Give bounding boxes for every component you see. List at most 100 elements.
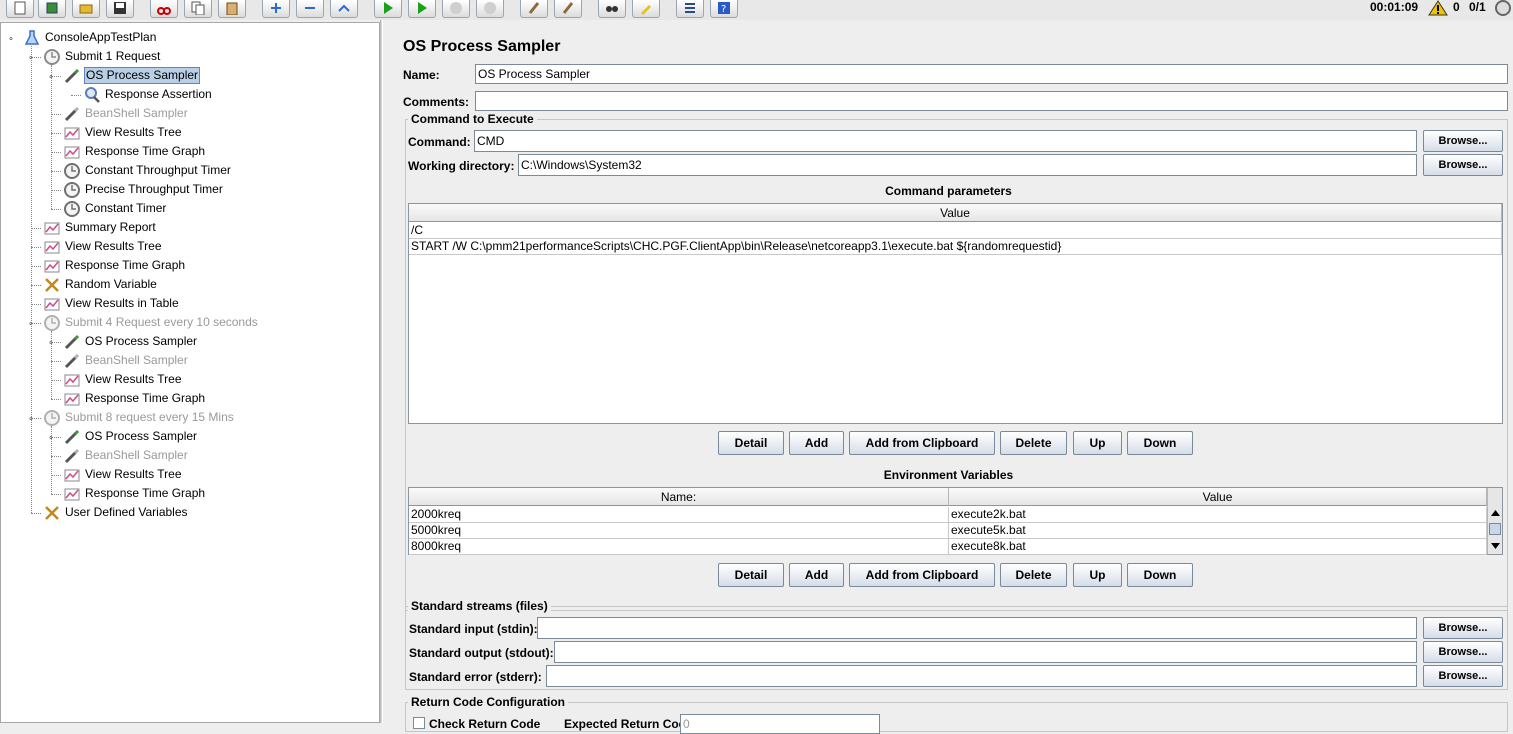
config-icon	[45, 278, 59, 292]
collapse-icon[interactable]	[296, 0, 324, 18]
env-detail-button[interactable]: Detail	[718, 563, 784, 587]
params-delete-button[interactable]: Delete	[1000, 431, 1067, 455]
env-up-button[interactable]: Up	[1073, 563, 1122, 587]
tree-connector	[51, 331, 52, 399]
paste-icon[interactable]	[218, 0, 246, 18]
tree-connector	[51, 475, 61, 476]
listener-icon	[64, 127, 80, 140]
warning-icon[interactable]	[1428, 0, 1448, 16]
open-icon[interactable]	[72, 0, 100, 18]
params-detail-button[interactable]: Detail	[718, 431, 784, 455]
comments-label: Comments:	[403, 95, 470, 109]
workdir-browse-button[interactable]: Browse...	[1423, 154, 1503, 176]
warning-count: 0	[1453, 0, 1460, 14]
function-helper-icon[interactable]	[676, 0, 704, 18]
table-row[interactable]: 5000kreq	[409, 523, 949, 539]
tree-connector	[51, 190, 61, 191]
tree-node-label: Response Assertion	[105, 87, 212, 101]
stdout-input[interactable]	[554, 641, 1417, 663]
search-icon[interactable]	[598, 0, 626, 18]
environment-variables-table[interactable]: Name: Value 2000kreq execute2k.bat 5000k…	[408, 487, 1503, 555]
sampler-icon	[64, 448, 80, 464]
tree-node-label: BeanShell Sampler	[85, 353, 188, 367]
test-plan-icon	[24, 30, 40, 45]
tree-connector	[31, 266, 41, 267]
start-no-pause-icon[interactable]	[408, 0, 436, 18]
config-icon	[45, 506, 59, 520]
copy-icon[interactable]	[184, 0, 212, 18]
tree-connector	[31, 46, 32, 513]
env-down-button[interactable]: Down	[1127, 563, 1193, 587]
env-table-scrollbar[interactable]	[1487, 488, 1502, 554]
table-row[interactable]: execute5k.bat	[949, 523, 1487, 539]
params-down-button[interactable]: Down	[1127, 431, 1193, 455]
tree-connector	[51, 426, 52, 494]
table-row[interactable]: execute8k.bat	[949, 539, 1487, 555]
env-value-header[interactable]: Value	[949, 488, 1487, 506]
clear-icon[interactable]	[520, 0, 548, 18]
start-icon[interactable]	[374, 0, 402, 18]
thread-status-icon[interactable]	[1494, 0, 1512, 16]
sampler-icon	[64, 334, 80, 350]
timer-icon	[64, 163, 80, 179]
save-icon[interactable]	[106, 0, 134, 18]
split-pane-divider[interactable]	[380, 20, 383, 723]
table-row[interactable]: 2000kreq	[409, 507, 949, 523]
name-label: Name:	[403, 68, 440, 82]
tree-node-label: View Results Tree	[85, 125, 182, 139]
shutdown-icon[interactable]	[476, 0, 504, 18]
expected-return-code-input[interactable]: 0	[680, 714, 880, 734]
panel-title: OS Process Sampler	[403, 38, 561, 55]
tree-connector	[51, 152, 61, 153]
stderr-browse-button[interactable]: Browse...	[1423, 665, 1503, 687]
tree-toggle-icon[interactable]: ∘	[7, 34, 15, 43]
command-input[interactable]: CMD	[474, 130, 1417, 152]
thread-group-icon	[44, 49, 60, 65]
check-return-code-checkbox[interactable]	[413, 717, 425, 729]
env-add-clipboard-button[interactable]: Add from Clipboard	[849, 563, 995, 587]
listener-icon	[64, 469, 80, 482]
env-add-button[interactable]: Add	[789, 563, 844, 587]
params-add-clipboard-button[interactable]: Add from Clipboard	[849, 431, 995, 455]
sampler-icon	[64, 68, 80, 84]
tree-node-label: View Results Tree	[85, 467, 182, 481]
tree-connector	[51, 171, 61, 172]
table-row[interactable]: START /W C:\pmm21performanceScripts\CHC.…	[409, 239, 1502, 255]
expand-icon[interactable]	[262, 0, 290, 18]
stdin-input[interactable]	[537, 617, 1417, 639]
command-browse-button[interactable]: Browse...	[1423, 130, 1503, 152]
elapsed-timer: 00:01:09	[1370, 0, 1419, 14]
tree-node-label: Submit 1 Request	[65, 49, 161, 63]
params-add-button[interactable]: Add	[789, 431, 844, 455]
stop-icon[interactable]	[442, 0, 470, 18]
tree-node-label: OS Process Sampler	[85, 334, 198, 348]
env-name-header[interactable]: Name:	[409, 488, 949, 506]
stdin-browse-button[interactable]: Browse...	[1423, 617, 1503, 639]
templates-icon[interactable]	[38, 0, 66, 18]
env-delete-button[interactable]: Delete	[1000, 563, 1067, 587]
help-icon[interactable]: ?	[710, 0, 738, 18]
env-scroll-thumb[interactable]	[1489, 523, 1501, 535]
listener-icon	[64, 488, 80, 501]
cut-icon[interactable]	[150, 0, 178, 18]
name-input[interactable]: OS Process Sampler	[475, 64, 1508, 84]
working-directory-input[interactable]: C:\Windows\System32	[518, 154, 1417, 176]
stderr-input[interactable]	[546, 665, 1417, 687]
toggle-icon[interactable]	[330, 0, 358, 18]
scroll-down-icon[interactable]	[1491, 543, 1500, 549]
clear-all-icon[interactable]	[554, 0, 582, 18]
tree-connector	[31, 228, 41, 229]
table-row[interactable]: /C	[409, 223, 1502, 239]
reset-search-icon[interactable]	[632, 0, 660, 18]
params-up-button[interactable]: Up	[1073, 431, 1122, 455]
table-row[interactable]: 8000kreq	[409, 539, 949, 555]
stdout-browse-button[interactable]: Browse...	[1423, 641, 1503, 663]
scroll-up-icon[interactable]	[1491, 510, 1500, 516]
test-plan-tree[interactable]: ConsoleAppTestPlan ∘ Submit 1 Request ∘ OS P…	[0, 22, 380, 723]
command-parameters-table[interactable]: Value /C START /W C:\pmm21performanceScr…	[408, 203, 1503, 424]
comments-input[interactable]	[475, 91, 1508, 111]
table-row[interactable]: execute2k.bat	[949, 507, 1487, 523]
params-value-header[interactable]: Value	[409, 204, 1502, 222]
new-icon[interactable]	[6, 0, 34, 18]
tree-node-label: OS Process Sampler	[85, 429, 198, 443]
